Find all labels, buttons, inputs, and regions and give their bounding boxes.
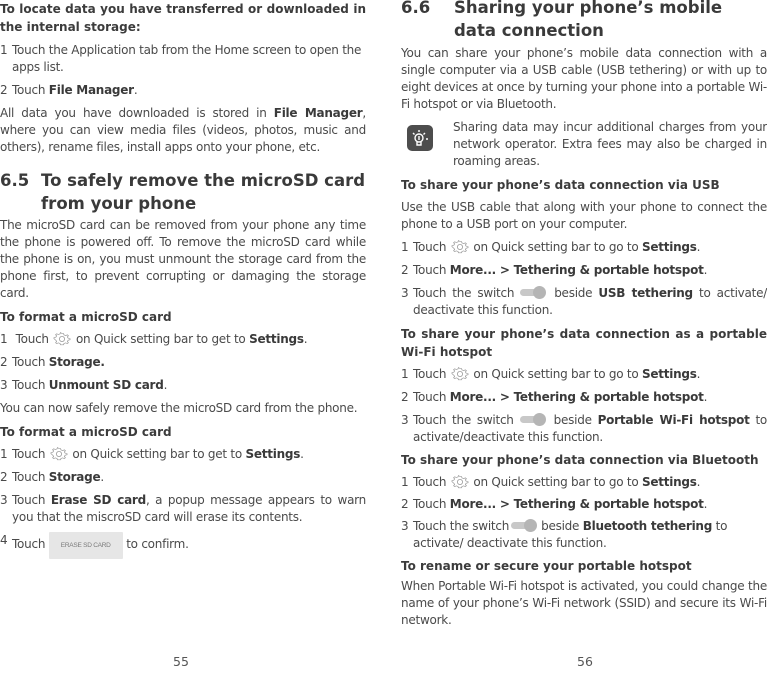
list-item: 3 Touch the switch beside Bluetooth tethe… (401, 519, 728, 550)
erase-sd-card-button[interactable]: ERASE SD CARD (48, 532, 123, 559)
gear-icon (450, 474, 470, 489)
list-item: 2 Touch File Manager. (0, 83, 138, 97)
list-item: 2 Touch Storage. (0, 355, 105, 369)
subheading-wifi: To share your phone’s data connection as… (401, 327, 767, 359)
gear-icon (450, 366, 470, 381)
gear-icon (52, 331, 72, 346)
tip-note: Sharing data may incur additional charge… (401, 119, 767, 170)
gear-icon (450, 239, 470, 254)
toggle-switch-icon (511, 519, 539, 532)
usb-paragraph: Use the USB cable that along with your p… (401, 200, 767, 231)
list-item: 2 Touch More... > Tethering & portable h… (401, 263, 708, 277)
list-item: 4 Touch ERASE SD CARD to confirm. (0, 532, 366, 559)
section-intro: You can share your phone’s mobile data c… (401, 46, 767, 111)
toggle-switch-icon (519, 413, 548, 426)
list-item: 2 Touch More... > Tethering & portable h… (401, 497, 708, 511)
toggle-switch-icon (520, 286, 548, 299)
subheading-format-1: To format a microSD card (0, 310, 172, 324)
rename-paragraph: When Portable Wi-Fi hotspot is activated… (401, 579, 767, 627)
subheading-format-2: To format a microSD card (0, 425, 172, 439)
subheading-rename: To rename or secure your portable hotspo… (401, 559, 692, 573)
subheading-usb: To share your phone’s data connection vi… (401, 178, 720, 192)
list-item: 1 Touch the Application tab from the Hom… (0, 43, 362, 74)
page-number-left: 55 (173, 654, 189, 669)
list-item: 3 Touch the switch beside USB tethering t… (401, 286, 767, 317)
lightbulb-icon (407, 125, 433, 151)
list-item: 3 Touch the switch beside Portable Wi-Fi … (401, 413, 767, 444)
section-heading-6-6: 6.6 Sharing your phone’s mobile data con… (401, 0, 723, 40)
list-item: 2 Touch Storage. (0, 470, 104, 484)
list-item: 3 Touch Unmount SD card. (0, 378, 168, 392)
intro-paragraph: All data you have downloaded is stored i… (0, 106, 366, 154)
list-item: 1 Touch on Quick setting bar to go to Se… (401, 366, 701, 381)
tip-text: Sharing data may incur additional charge… (453, 120, 767, 168)
gear-icon (49, 446, 69, 461)
page-number-right: 56 (577, 654, 593, 669)
unmount-note: You can now safely remove the microSD ca… (0, 401, 358, 415)
left-page: To locate data you have transferred or d… (0, 0, 366, 559)
intro-heading: To locate data you have transferred or d… (0, 2, 366, 34)
right-page: 6.6 Sharing your phone’s mobile data con… (401, 0, 767, 629)
list-item: 1 Touch on Quick setting bar to go to Se… (401, 239, 701, 254)
list-item: 1 Touch on Quick setting bar to get to S… (0, 331, 308, 346)
list-item: 3 Touch Erase SD card, a popup message a… (0, 493, 367, 524)
list-item: 1 Touch on Quick setting bar to go to Se… (401, 474, 701, 489)
section-paragraph: The microSD card can be removed from you… (0, 218, 366, 300)
subheading-bluetooth: To share your phone’s data connection vi… (401, 453, 759, 467)
list-item: 1 Touch on Quick setting bar to get to S… (0, 446, 304, 461)
section-heading-6-5: 6.5 To safely remove the microSD card fr… (0, 171, 366, 213)
list-item: 2 Touch More... > Tethering & portable h… (401, 390, 708, 404)
